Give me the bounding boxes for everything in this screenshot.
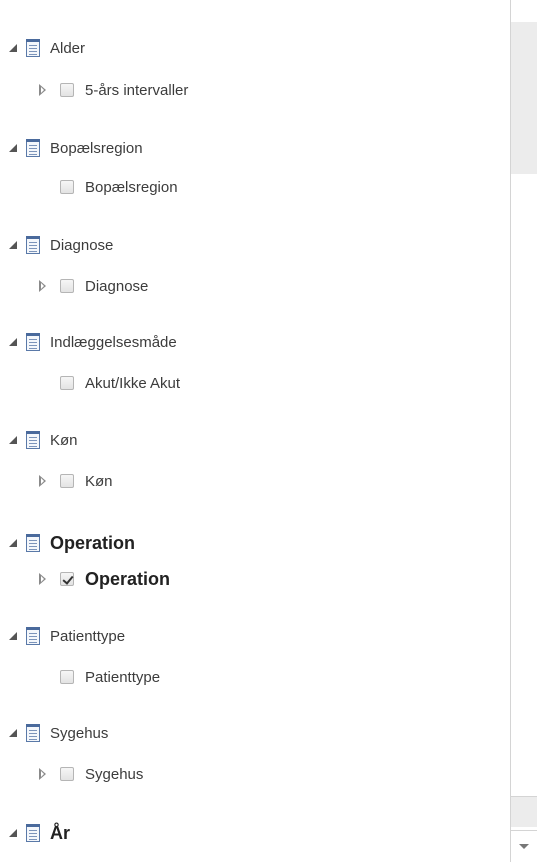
expand-arrow-icon[interactable] xyxy=(36,273,50,299)
field-akut-ikke-akut[interactable]: Akut/Ikke Akut xyxy=(36,370,180,396)
field-operation[interactable]: Operation xyxy=(36,566,170,592)
table-icon xyxy=(26,333,40,351)
field-checkbox-checked[interactable] xyxy=(60,572,74,586)
group-operation[interactable]: Operation xyxy=(8,530,135,556)
collapse-arrow-icon[interactable] xyxy=(8,820,20,846)
collapse-arrow-icon[interactable] xyxy=(8,530,20,556)
collapse-arrow-icon[interactable] xyxy=(8,232,20,258)
group-kon[interactable]: Køn xyxy=(8,427,78,453)
group-patienttype[interactable]: Patienttype xyxy=(8,623,125,649)
group-label-diagnose: Diagnose xyxy=(50,236,114,254)
table-icon xyxy=(26,627,40,645)
panel-header-area xyxy=(511,22,537,174)
field-kon[interactable]: Køn xyxy=(36,468,113,494)
field-diagnose[interactable]: Diagnose xyxy=(36,273,148,299)
field-list-tree: Alder 5-års intervaller Bopælsregion Bop… xyxy=(0,0,500,862)
collapse-arrow-icon[interactable] xyxy=(8,329,20,355)
group-label-indlaeggelsesmade: Indlæggelsesmåde xyxy=(50,333,177,351)
group-label-sygehus: Sygehus xyxy=(50,724,109,742)
field-label: Operation xyxy=(85,568,171,589)
field-sygehus[interactable]: Sygehus xyxy=(36,761,143,787)
field-checkbox[interactable] xyxy=(60,767,74,781)
collapse-arrow-icon[interactable] xyxy=(8,623,20,649)
expand-arrow-icon[interactable] xyxy=(36,468,50,494)
field-label: Bopælsregion xyxy=(85,178,178,196)
collapse-arrow-icon[interactable] xyxy=(8,135,20,161)
table-icon xyxy=(26,39,40,57)
field-label: Diagnose xyxy=(85,277,149,295)
group-label-ar: År xyxy=(50,822,71,843)
field-label: Patienttype xyxy=(85,668,161,686)
group-diagnose[interactable]: Diagnose xyxy=(8,232,113,258)
group-indlaeggelsesmade[interactable]: Indlæggelsesmåde xyxy=(8,329,177,355)
group-label-kon: Køn xyxy=(50,431,78,449)
field-patienttype[interactable]: Patienttype xyxy=(36,664,160,690)
table-icon xyxy=(26,139,40,157)
chevron-down-icon[interactable] xyxy=(511,830,537,863)
expand-arrow-icon[interactable] xyxy=(36,77,50,103)
field-checkbox[interactable] xyxy=(60,279,74,293)
table-icon xyxy=(26,824,40,842)
field-checkbox[interactable] xyxy=(60,670,74,684)
group-ar[interactable]: År xyxy=(8,820,70,846)
field-label: Sygehus xyxy=(85,765,144,783)
field-checkbox[interactable] xyxy=(60,180,74,194)
table-icon xyxy=(26,534,40,552)
table-icon xyxy=(26,431,40,449)
field-label: Køn xyxy=(85,472,113,490)
table-icon xyxy=(26,724,40,742)
field-bopaelsregion[interactable]: Bopælsregion xyxy=(36,174,178,200)
field-checkbox[interactable] xyxy=(60,83,74,97)
group-label-operation: Operation xyxy=(50,532,136,553)
field-checkbox[interactable] xyxy=(60,376,74,390)
field-label: Akut/Ikke Akut xyxy=(85,374,181,392)
expand-arrow-icon[interactable] xyxy=(36,566,50,592)
collapse-arrow-icon[interactable] xyxy=(8,720,20,746)
collapse-arrow-icon[interactable] xyxy=(8,35,20,61)
group-label-patienttype: Patienttype xyxy=(50,627,126,645)
table-icon xyxy=(26,236,40,254)
group-label-alder: Alder xyxy=(50,39,86,57)
group-sygehus[interactable]: Sygehus xyxy=(8,720,108,746)
collapse-arrow-icon[interactable] xyxy=(8,427,20,453)
group-label-bopaelsregion: Bopælsregion xyxy=(50,139,143,157)
expand-arrow-icon[interactable] xyxy=(36,761,50,787)
panel-footer-area xyxy=(511,796,537,827)
field-5-ars-intervaller[interactable]: 5-års intervaller xyxy=(36,77,188,103)
field-checkbox[interactable] xyxy=(60,474,74,488)
field-label: 5-års intervaller xyxy=(85,81,189,99)
group-alder[interactable]: Alder xyxy=(8,35,85,61)
group-bopaelsregion[interactable]: Bopælsregion xyxy=(8,135,143,161)
right-panel xyxy=(510,0,537,863)
